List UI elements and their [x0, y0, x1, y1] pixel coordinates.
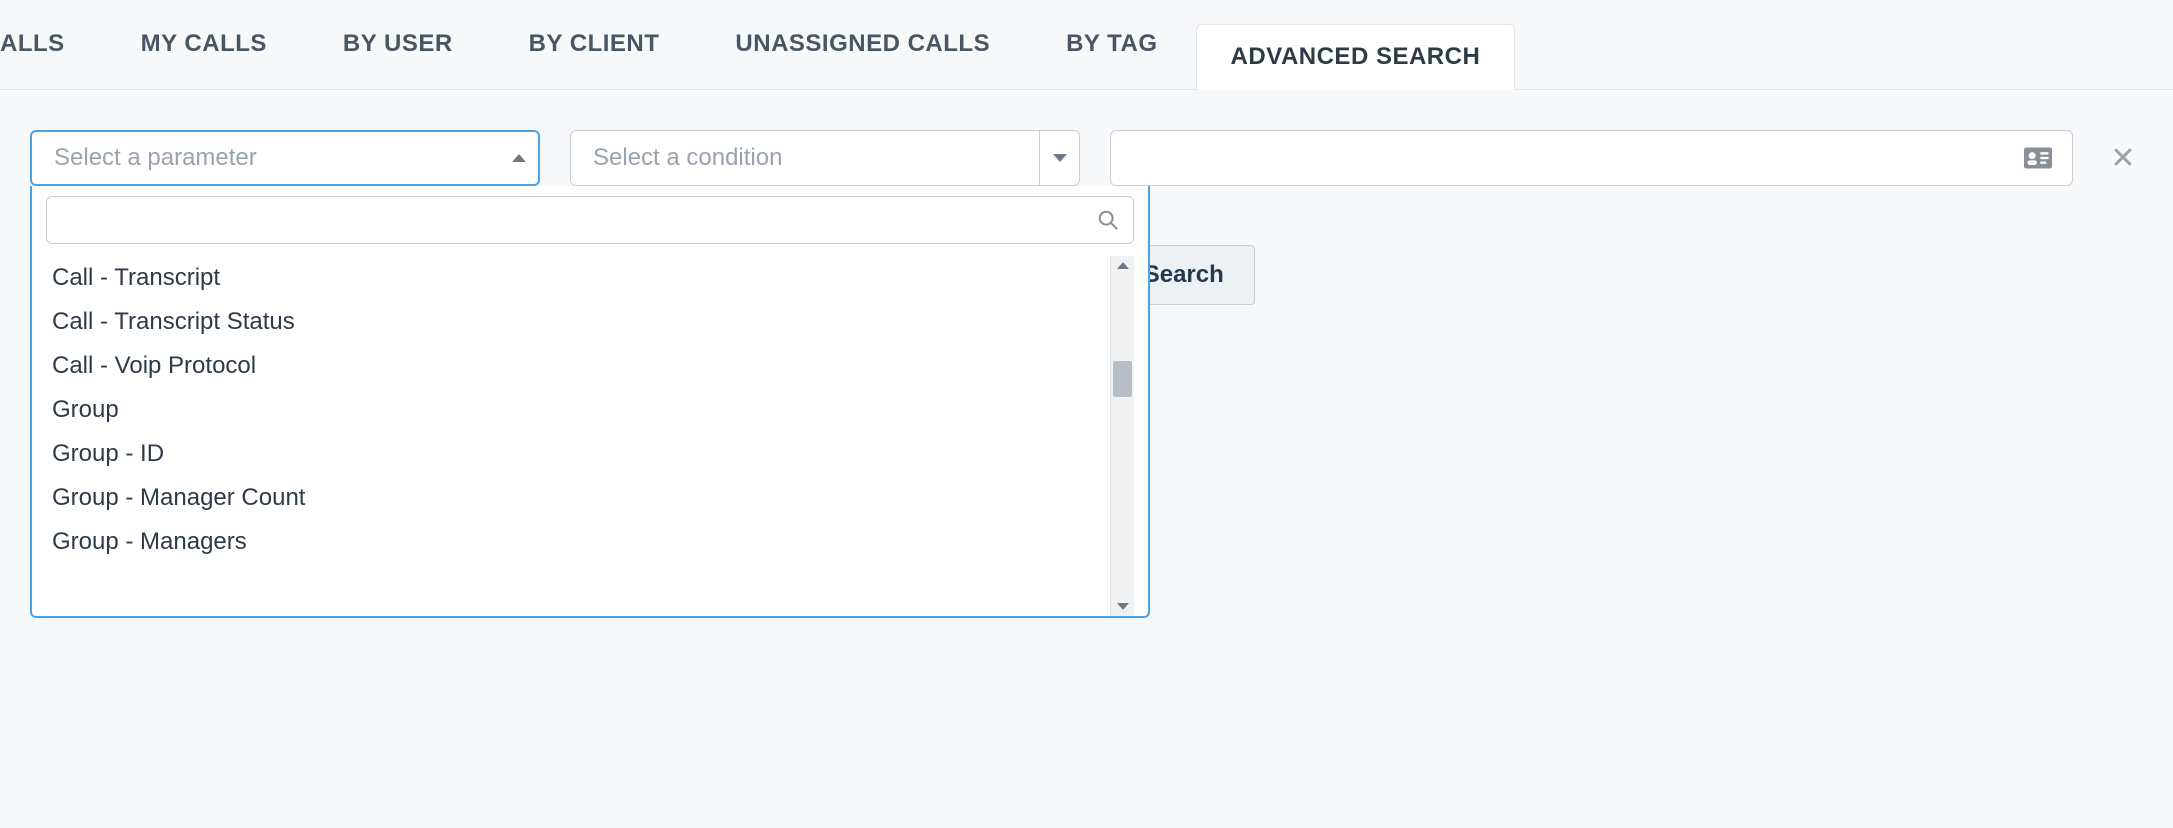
- tab-label: BY CLIENT: [529, 30, 660, 58]
- option-label: Group - Managers: [52, 528, 247, 555]
- option-label: Group - Manager Count: [52, 484, 305, 511]
- parameter-dropdown: Call - Transcript Call - Transcript Stat…: [30, 186, 1150, 618]
- contact-card-icon[interactable]: [2024, 147, 2052, 169]
- parameter-search-input[interactable]: [61, 206, 1097, 234]
- tab-my-calls[interactable]: MY CALLS: [103, 0, 305, 89]
- tab-label: BY TAG: [1066, 30, 1157, 58]
- option-label: Group: [52, 396, 119, 423]
- parameter-caret[interactable]: [498, 132, 538, 184]
- condition-caret[interactable]: [1039, 131, 1079, 185]
- chevron-up-icon: [512, 154, 526, 162]
- tab-unassigned-calls[interactable]: UNASSIGNED CALLS: [697, 0, 1028, 89]
- tab-label: UNASSIGNED CALLS: [735, 30, 990, 58]
- option-label: Group - ID: [52, 440, 164, 467]
- filter-row: Select a parameter Select a condition ✕: [0, 90, 2173, 186]
- close-icon: ✕: [2110, 142, 2135, 175]
- search-icon: [1097, 209, 1119, 231]
- parameter-option[interactable]: Group - Manager Count: [46, 476, 1106, 520]
- parameter-option[interactable]: Call - Transcript Status: [46, 300, 1106, 344]
- tab-alls[interactable]: ALLS: [0, 0, 103, 89]
- value-input[interactable]: [1111, 144, 2024, 172]
- option-label: Call - Transcript: [52, 264, 220, 291]
- option-label: Call - Transcript Status: [52, 308, 295, 335]
- value-input-wrapper: [1110, 130, 2073, 186]
- tab-label: ALLS: [0, 30, 65, 58]
- remove-filter-button[interactable]: ✕: [2103, 141, 2143, 176]
- tab-by-client[interactable]: BY CLIENT: [491, 0, 698, 89]
- tab-by-user[interactable]: BY USER: [305, 0, 491, 89]
- tab-label: BY USER: [343, 30, 453, 58]
- tab-label: MY CALLS: [141, 30, 267, 58]
- condition-placeholder: Select a condition: [571, 144, 1039, 172]
- parameter-option[interactable]: Call - Transcript: [46, 256, 1106, 300]
- tab-label: ADVANCED SEARCH: [1231, 43, 1481, 71]
- condition-select[interactable]: Select a condition: [570, 130, 1080, 186]
- tabs-bar: ALLS MY CALLS BY USER BY CLIENT UNASSIGN…: [0, 0, 2173, 90]
- scroll-track[interactable]: [1111, 269, 1134, 603]
- parameter-option[interactable]: Call - Voip Protocol: [46, 344, 1106, 388]
- parameter-option[interactable]: Group - Managers: [46, 520, 1106, 564]
- scroll-down-icon[interactable]: [1117, 603, 1129, 610]
- parameter-option[interactable]: Group: [46, 388, 1106, 432]
- scroll-thumb[interactable]: [1113, 361, 1132, 397]
- tab-by-tag[interactable]: BY TAG: [1028, 0, 1195, 89]
- parameter-placeholder: Select a parameter: [32, 144, 498, 172]
- parameter-option-list: Call - Transcript Call - Transcript Stat…: [46, 256, 1110, 616]
- tab-advanced-search[interactable]: ADVANCED SEARCH: [1196, 24, 1516, 90]
- parameter-search-wrapper: [46, 196, 1134, 244]
- parameter-select[interactable]: Select a parameter: [30, 130, 540, 186]
- scroll-up-icon[interactable]: [1117, 262, 1129, 269]
- option-label: Call - Voip Protocol: [52, 352, 256, 379]
- chevron-down-icon: [1053, 154, 1067, 162]
- parameter-scrollbar[interactable]: [1110, 256, 1134, 616]
- parameter-option[interactable]: Group - ID: [46, 432, 1106, 476]
